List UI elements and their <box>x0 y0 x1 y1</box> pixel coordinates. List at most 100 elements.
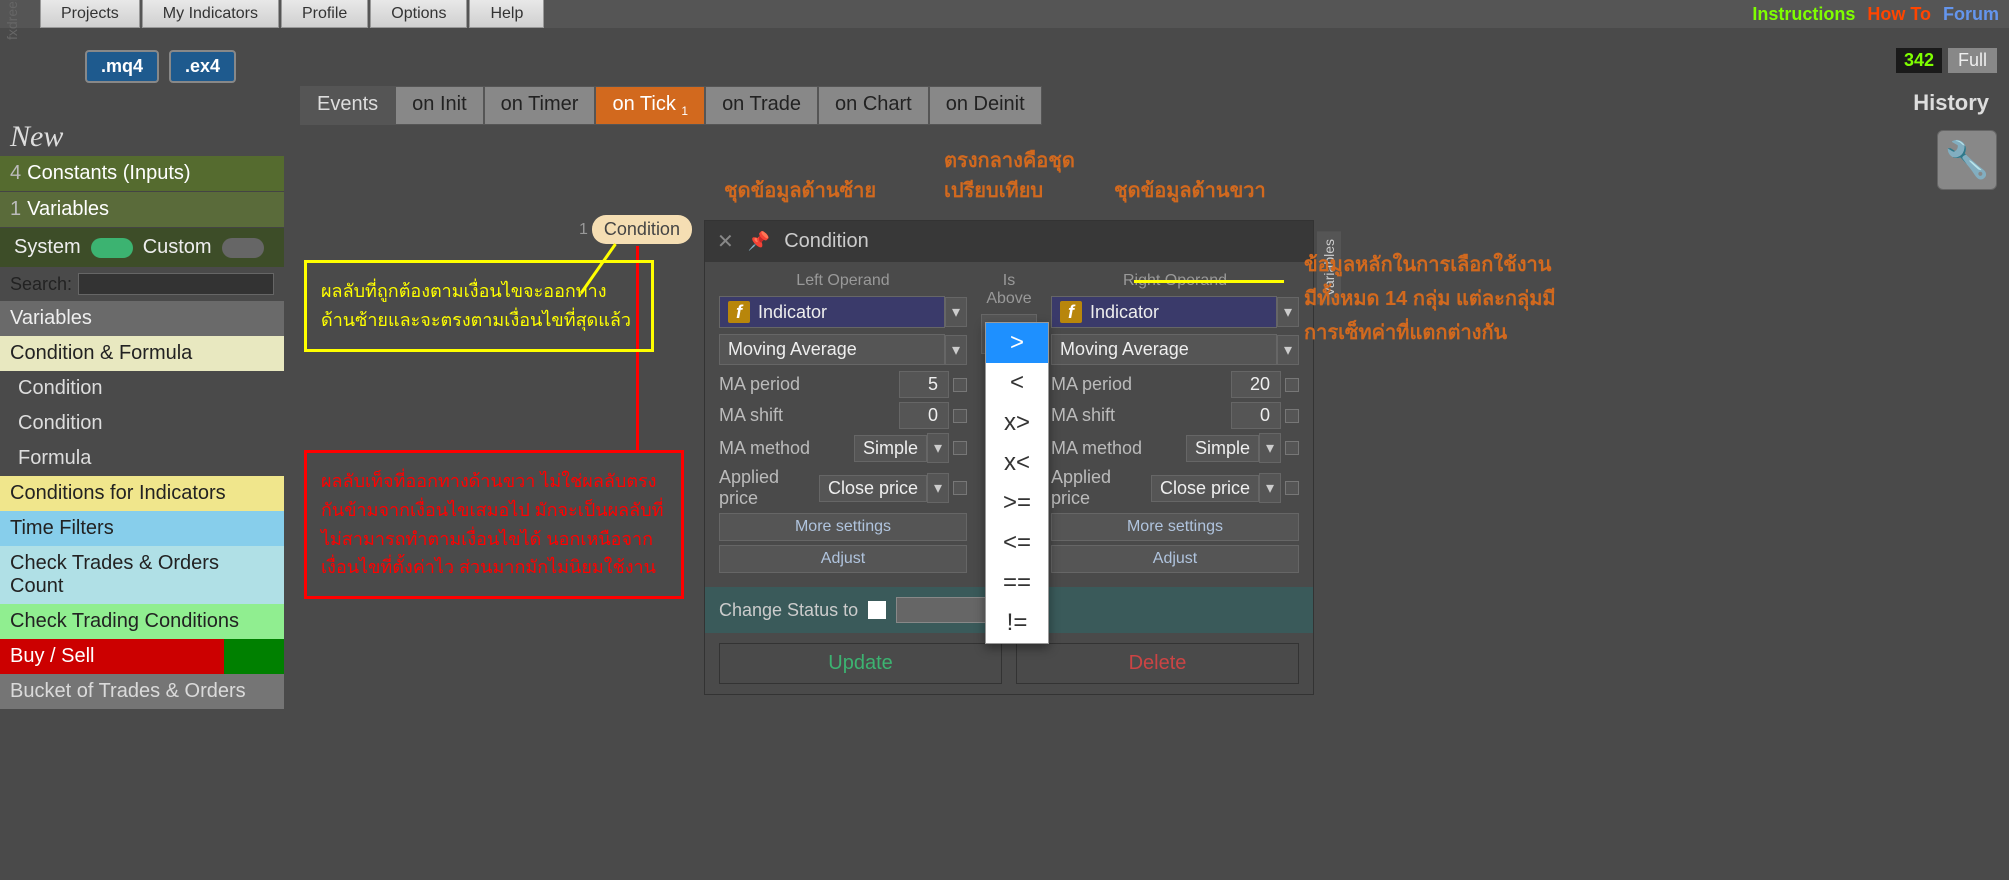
change-status-input[interactable] <box>896 597 986 623</box>
left-price-select[interactable]: Close price <box>819 475 927 502</box>
menu-profile[interactable]: Profile <box>281 0 368 28</box>
change-status-label: Change Status to <box>719 600 858 621</box>
cat-buy-sell[interactable]: Buy / Sell <box>0 639 284 674</box>
close-icon[interactable]: ✕ <box>717 229 734 254</box>
chevron-down-icon[interactable]: ▾ <box>1277 297 1299 327</box>
chevron-down-icon[interactable]: ▾ <box>945 335 967 365</box>
ann-mid1: ตรงกลางคือชุด <box>944 144 1075 176</box>
left-shift-value[interactable]: 0 <box>899 402 949 429</box>
left-operand-col: Left Operand fIndicator▾ Moving Average▾… <box>719 272 967 577</box>
left-shift-label: MA shift <box>719 405 899 426</box>
left-price-label: Applied price <box>719 467 819 509</box>
left-adjust[interactable]: Adjust <box>719 545 967 573</box>
chevron-down-icon[interactable]: ▾ <box>927 433 949 463</box>
search-input[interactable] <box>78 273 274 295</box>
menu-my-indicators[interactable]: My Indicators <box>142 0 279 28</box>
mq4-button[interactable]: .mq4 <box>85 50 159 83</box>
right-shift-value[interactable]: 0 <box>1231 402 1281 429</box>
op-xgt[interactable]: x> <box>986 403 1048 443</box>
ex4-button[interactable]: .ex4 <box>169 50 236 83</box>
right-method-select[interactable]: Simple <box>1186 435 1259 462</box>
link-howto[interactable]: How To <box>1867 4 1931 25</box>
change-status-checkbox[interactable] <box>868 601 886 619</box>
left-method-lock[interactable] <box>953 441 967 455</box>
left-period-lock[interactable] <box>953 378 967 392</box>
left-type-select[interactable]: fIndicator <box>719 296 945 328</box>
condition-panel: Variables ✕ 📌 Condition Left Operand fIn… <box>704 220 1314 695</box>
cat-bucket-trades[interactable]: Bucket of Trades & Orders <box>0 674 284 709</box>
left-period-label: MA period <box>719 374 899 395</box>
sidebar-variables[interactable]: 1Variables <box>0 192 284 228</box>
right-more-settings[interactable]: More settings <box>1051 513 1299 541</box>
left-operand-head: Left Operand <box>719 272 967 290</box>
history-link[interactable]: History <box>1913 90 1989 116</box>
right-price-select[interactable]: Close price <box>1151 475 1259 502</box>
chevron-down-icon[interactable]: ▾ <box>1259 473 1281 503</box>
variables-heading: Variables <box>0 301 284 336</box>
cat-check-trading-conditions[interactable]: Check Trading Conditions <box>0 604 284 639</box>
chevron-down-icon[interactable]: ▾ <box>945 297 967 327</box>
right-period-lock[interactable] <box>1285 378 1299 392</box>
right-type-select[interactable]: fIndicator <box>1051 296 1277 328</box>
operator-head: Is Above <box>981 272 1037 308</box>
system-toggle[interactable] <box>91 238 133 258</box>
condition-node[interactable]: 1 Condition <box>579 215 692 244</box>
op-eq[interactable]: == <box>986 563 1048 603</box>
menu-projects[interactable]: Projects <box>40 0 140 28</box>
right-method-lock[interactable] <box>1285 441 1299 455</box>
node-label: Condition <box>592 215 692 244</box>
panel-header: ✕ 📌 Condition <box>705 221 1313 262</box>
update-button[interactable]: Update <box>719 643 1002 684</box>
left-period-value[interactable]: 5 <box>899 371 949 398</box>
left-method-select[interactable]: Simple <box>854 435 927 462</box>
panel-title: Condition <box>784 230 869 253</box>
status-right: 342 Full <box>1896 48 1997 73</box>
chevron-down-icon[interactable]: ▾ <box>1259 433 1281 463</box>
status-full[interactable]: Full <box>1948 48 1997 73</box>
right-annotation: ข้อมูลหลักในการเลือกใช้งาน มีทั้งหมด 14 … <box>1304 248 1556 350</box>
pin-icon[interactable]: 📌 <box>748 231 770 252</box>
op-lte[interactable]: <= <box>986 523 1048 563</box>
chevron-down-icon[interactable]: ▾ <box>1277 335 1299 365</box>
chevron-down-icon[interactable]: ▾ <box>927 473 949 503</box>
menu-help[interactable]: Help <box>469 0 544 28</box>
cat-time-filters[interactable]: Time Filters <box>0 511 284 546</box>
red-annotation: ผลลับเท็จที่ออกทางด้านขวา ไม่ใช่ผลลับตรง… <box>304 450 684 599</box>
op-lt[interactable]: < <box>986 363 1048 403</box>
cat-conditions-indicators[interactable]: Conditions for Indicators <box>0 476 284 511</box>
op-xlt[interactable]: x< <box>986 443 1048 483</box>
top-menu-bar: Projects My Indicators Profile Options H… <box>0 0 2009 28</box>
right-price-label: Applied price <box>1051 467 1151 509</box>
right-operand-col: Right Operand fIndicator▾ Moving Average… <box>1051 272 1299 577</box>
left-indicator-select[interactable]: Moving Average <box>719 334 945 365</box>
delete-button[interactable]: Delete <box>1016 643 1299 684</box>
right-indicator-select[interactable]: Moving Average <box>1051 334 1277 365</box>
cat-condition-2[interactable]: Condition <box>0 406 284 441</box>
cat-condition-1[interactable]: Condition <box>0 371 284 406</box>
cat-condition-formula[interactable]: Condition & Formula <box>0 336 284 371</box>
left-more-settings[interactable]: More settings <box>719 513 967 541</box>
file-buttons: .mq4 .ex4 <box>85 50 236 83</box>
op-gte[interactable]: >= <box>986 483 1048 523</box>
cat-check-trades-count[interactable]: Check Trades & Orders Count <box>0 546 284 604</box>
new-label: New <box>0 118 284 156</box>
right-adjust[interactable]: Adjust <box>1051 545 1299 573</box>
op-neq[interactable]: != <box>986 603 1048 643</box>
custom-toggle[interactable] <box>222 238 264 258</box>
left-price-lock[interactable] <box>953 481 967 495</box>
op-gt[interactable]: > <box>986 323 1048 363</box>
cat-formula[interactable]: Formula <box>0 441 284 476</box>
link-instructions[interactable]: Instructions <box>1752 4 1855 25</box>
left-shift-lock[interactable] <box>953 409 967 423</box>
right-period-value[interactable]: 20 <box>1231 371 1281 398</box>
custom-label: Custom <box>143 236 212 259</box>
yellow-annotation: ผลลับที่ถูกต้องตามเงื่อนไขจะออกทางด้านซ้… <box>304 260 654 352</box>
right-shift-lock[interactable] <box>1285 409 1299 423</box>
brand-logo: fxdreema <box>4 0 20 40</box>
right-period-label: MA period <box>1051 374 1231 395</box>
right-price-lock[interactable] <box>1285 481 1299 495</box>
menu-options[interactable]: Options <box>370 0 467 28</box>
link-forum[interactable]: Forum <box>1943 4 1999 25</box>
sidebar-constants[interactable]: 4Constants (Inputs) <box>0 156 284 192</box>
ann-right: ชุดข้อมูลด้านขวา <box>1114 174 1266 206</box>
